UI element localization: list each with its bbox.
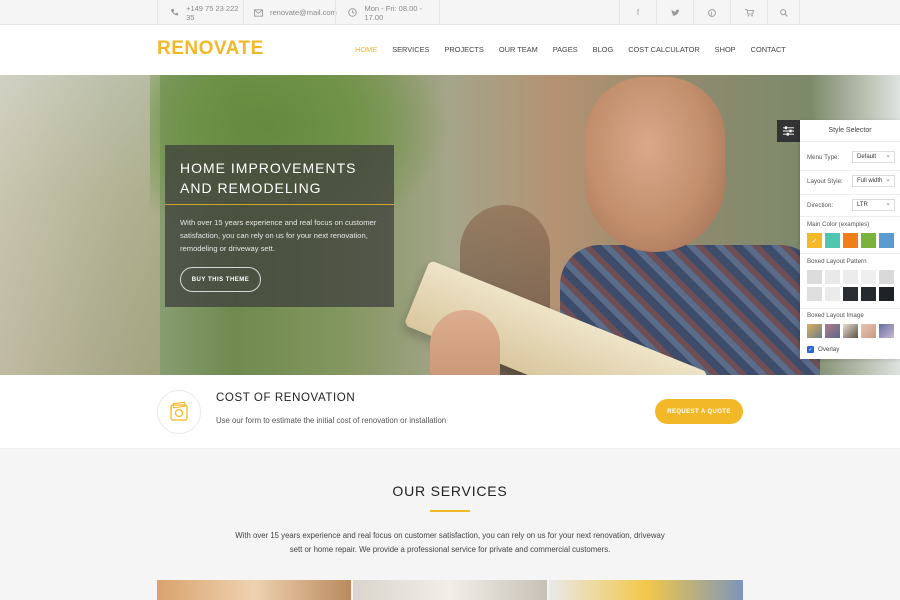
color-swatch-blue[interactable] [879,233,894,248]
image-swatch[interactable] [879,324,894,338]
overlay-checkbox[interactable]: ✓ [807,346,814,353]
nav-projects[interactable]: PROJECTS [444,45,483,54]
services-title: OUR SERVICES [392,483,508,499]
twitter-icon[interactable] [656,0,693,25]
layout-style-select[interactable]: Full width [852,175,895,187]
phone-icon [170,8,179,18]
image-swatch[interactable] [861,324,876,338]
image-swatches [807,324,894,338]
menu-type-row: Menu Type: Default [807,150,895,164]
color-swatch-green[interactable] [861,233,876,248]
color-swatch-teal[interactable] [825,233,840,248]
pattern-swatch[interactable] [843,287,858,301]
envelope-icon [254,8,263,18]
nav-blog[interactable]: BLOG [593,45,614,54]
hero-photo-fence [0,75,160,375]
menu-type-label: Menu Type: [807,153,840,161]
hero-caption-box: HOME IMPROVEMENTS AND REMODELING With ov… [165,145,394,307]
top-bar: +149 75 23 222 35 renovate@mail.com Mon … [0,0,900,25]
nav-shop[interactable]: SHOP [715,45,736,54]
hero-title: HOME IMPROVEMENTS AND REMODELING [180,160,357,196]
hero-banner: HOME IMPROVEMENTS AND REMODELING With ov… [0,75,900,375]
image-swatch[interactable] [807,324,822,338]
pattern-swatch[interactable] [807,270,822,284]
hero-photo-worker-head [585,77,725,252]
pattern-swatch[interactable] [879,270,894,284]
sliders-icon [783,126,794,136]
nav-our-team[interactable]: OUR TEAM [499,45,538,54]
pattern-swatch[interactable] [861,287,876,301]
direction-select[interactable]: LTR [852,199,895,211]
hero-divider [165,204,394,205]
pattern-swatches-row1 [807,270,894,284]
hero-text: With over 15 years experience and real f… [180,218,377,253]
layout-style-row: Layout Style: Full width [807,174,895,188]
style-selector-panel: Style Selector Menu Type: Default Layout… [800,120,900,359]
style-selector-toggle[interactable] [777,120,800,142]
cost-title: COST OF RENOVATION [216,392,356,404]
pattern-swatch[interactable] [825,270,840,284]
service-image-2[interactable] [353,580,547,600]
overlay-option[interactable]: ✓ Overlay [807,346,839,353]
pattern-swatches-row2 [807,287,894,301]
image-swatch[interactable] [825,324,840,338]
service-image-3[interactable] [549,580,743,600]
services-divider [430,510,470,512]
phone-number: +149 75 23 222 35 [186,3,239,22]
nav-home[interactable]: HOME [355,45,377,54]
divider [800,216,900,217]
main-nav: HOME SERVICES PROJECTS OUR TEAM PAGES BL… [355,45,786,54]
hours-info: Mon - Fri: 08.00 - 17.00 [335,0,440,25]
services-section: OUR SERVICES With over 15 years experien… [0,449,900,600]
buy-theme-button[interactable]: BUY THIS THEME [180,267,261,292]
boxed-pattern-label: Boxed Layout Pattern [807,258,867,265]
site-logo[interactable]: RENOVATE [157,38,264,60]
boxed-image-label: Boxed Layout Image [807,312,864,319]
phone-info: +149 75 23 222 35 [157,0,243,25]
style-selector-title: Style Selector [800,120,900,142]
cost-section: COST OF RENOVATION Use our form to estim… [0,375,900,449]
hero-photo-arm [430,310,500,375]
divider [800,253,900,254]
wallet-icon [157,390,201,434]
hidden-placeholder [693,0,730,25]
direction-label: Direction: [807,201,834,209]
cost-text: Use our form to estimate the initial cos… [216,416,447,425]
pattern-swatch[interactable] [825,287,840,301]
nav-services[interactable]: SERVICES [392,45,429,54]
color-swatch-yellow[interactable]: ✓ [807,233,822,248]
layout-style-label: Layout Style: [807,177,843,185]
divider [800,170,900,171]
pattern-swatch[interactable] [861,270,876,284]
email-info: renovate@mail.com [243,0,337,25]
pattern-swatch[interactable] [879,287,894,301]
site-header: RENOVATE HOME SERVICES PROJECTS OUR TEAM… [0,25,900,75]
menu-type-select[interactable]: Default [852,151,895,163]
services-text: With over 15 years experience and real f… [235,531,665,554]
pattern-swatch[interactable] [807,287,822,301]
nav-pages[interactable]: PAGES [553,45,578,54]
divider [800,308,900,309]
pattern-swatch[interactable] [843,270,858,284]
request-quote-button[interactable]: REQUEST A QUOTE [655,399,743,424]
search-icon[interactable] [767,0,800,25]
service-image-1[interactable] [157,580,351,600]
nav-cost-calculator[interactable]: COST CALCULATOR [628,45,699,54]
image-swatch[interactable] [843,324,858,338]
cart-icon[interactable] [730,0,767,25]
main-color-label: Main Color (examples) [807,221,870,228]
main-color-swatches: ✓ [807,233,894,248]
clock-icon [348,8,358,18]
overlay-label: Overlay [818,346,840,353]
nav-contact[interactable]: CONTACT [751,45,786,54]
opening-hours: Mon - Fri: 08.00 - 17.00 [364,3,423,22]
color-swatch-orange[interactable] [843,233,858,248]
facebook-icon[interactable]: f [619,0,656,25]
email-address[interactable]: renovate@mail.com [270,8,337,17]
direction-row: Direction: LTR [807,198,895,212]
divider [800,194,900,195]
